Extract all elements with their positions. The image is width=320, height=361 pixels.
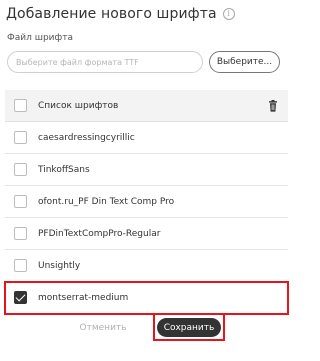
font-item-label: TinkoffSans (38, 164, 90, 175)
cancel-button[interactable]: Отменить (68, 319, 138, 337)
font-list-item[interactable]: montserrat-medium (4, 281, 289, 315)
font-item-checkbox[interactable] (14, 163, 27, 176)
font-item-label: ofont.ru_PF Din Text Comp Pro (38, 196, 175, 207)
font-file-input[interactable] (7, 51, 203, 73)
font-item-checkbox[interactable] (14, 291, 27, 304)
dialog-header: Добавление нового шрифта i (6, 3, 235, 25)
font-item-label: montserrat-medium (38, 292, 129, 303)
font-list-item[interactable]: caesardressingcyrillic (5, 122, 288, 154)
font-list-item[interactable]: TinkoffSans (5, 154, 288, 186)
font-item-checkbox[interactable] (14, 131, 27, 144)
font-list-header: Список шрифтов (5, 90, 288, 122)
font-rows: caesardressingcyrillic TinkoffSans ofont.r… (4, 122, 289, 315)
trash-icon[interactable] (267, 100, 279, 112)
font-item-checkbox[interactable] (14, 259, 27, 272)
font-item-label: caesardressingcyrillic (38, 132, 135, 143)
font-list-item[interactable]: Unsightly (5, 250, 288, 282)
font-item-checkbox[interactable] (14, 227, 27, 240)
font-item-label: PFDinTextCompPro-Regular (38, 228, 161, 239)
browse-button[interactable]: Выберите... (209, 51, 280, 73)
select-all-checkbox[interactable] (14, 99, 27, 112)
dialog-title: Добавление нового шрифта (6, 6, 217, 22)
font-list-item[interactable]: ofont.ru_PF Din Text Comp Pro (5, 186, 288, 218)
font-list: Список шрифтов caesardressingcyrillic Tin… (4, 90, 289, 315)
font-list-item[interactable]: PFDinTextCompPro-Regular (5, 218, 288, 250)
font-item-label: Unsightly (38, 260, 81, 271)
font-list-header-label: Список шрифтов (38, 100, 119, 111)
info-icon[interactable]: i (222, 8, 235, 20)
font-item-checkbox[interactable] (14, 195, 27, 208)
save-button[interactable]: Сохранить (157, 318, 221, 337)
font-file-label: Файл шрифта (7, 33, 73, 43)
